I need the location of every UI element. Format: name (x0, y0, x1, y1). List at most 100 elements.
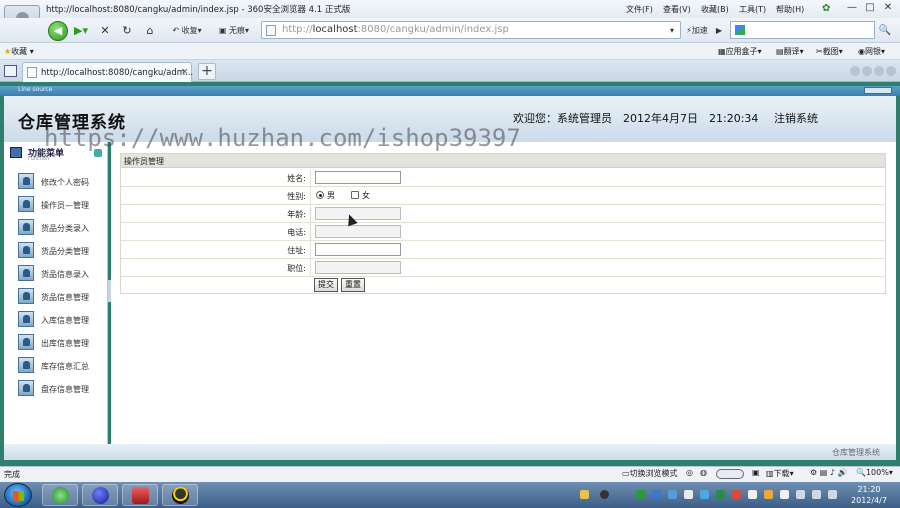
sidebar-item-label: 入库信息管理 (41, 316, 89, 325)
sidebar-item-stock-summary[interactable]: 库存信息汇总 (18, 357, 106, 375)
tray-warning-icon[interactable] (764, 490, 773, 499)
speed-label: 加速 (691, 26, 708, 35)
tray-cloud-icon[interactable] (700, 490, 709, 499)
close-window-button[interactable]: ✕ (880, 2, 896, 14)
sidebar-item-goods-entry[interactable]: 货品信息录入 (18, 265, 106, 283)
menu-help[interactable]: 帮助(H) (776, 4, 804, 15)
status-app-icon[interactable]: ▣ (752, 468, 760, 477)
fav-screenshot-label: 截图 (822, 47, 839, 56)
name-label: 姓名: (287, 174, 306, 183)
status-shield-icon[interactable]: ◍ (700, 468, 707, 477)
url-host: localhost (312, 24, 358, 35)
menu-favorites[interactable]: 收藏(B) (701, 4, 729, 15)
sidebar-item-inventory-manage[interactable]: 盘存信息管理 (18, 380, 106, 398)
reset-button[interactable]: 重置 (341, 278, 365, 292)
tray-printer-icon[interactable] (796, 490, 805, 499)
maximize-button[interactable]: □ (862, 2, 878, 14)
zoom-control[interactable]: 🔍100%▾ (856, 468, 893, 477)
fav-screenshot[interactable]: ✂截图▾ (816, 46, 843, 57)
download-label: 下载 (773, 469, 790, 478)
tab-active[interactable]: http://localhost:8080/cangku/adm... × (22, 62, 194, 82)
user-icon (18, 334, 34, 350)
gender-label: 性别: (287, 192, 306, 201)
sidebar-item-category-entry[interactable]: 货品分类录入 (18, 219, 106, 237)
submit-button[interactable]: 提交 (314, 278, 338, 292)
sidebar-item-goods-manage[interactable]: 货品信息管理 (18, 288, 106, 306)
sidebar-item-change-password[interactable]: 修改个人密码 (18, 173, 106, 191)
tray-app-icon[interactable] (716, 490, 725, 499)
taskbar-ie-icon[interactable] (42, 484, 78, 506)
taskbar-clock[interactable]: 21:20 2012/4/7 (840, 484, 898, 506)
strip-buttons[interactable] (864, 87, 892, 94)
tab-controls[interactable] (850, 66, 896, 76)
switch-mode-button[interactable]: ▭切换浏览模式 (622, 468, 678, 479)
menu-view[interactable]: 查看(V) (663, 4, 691, 15)
sidebar-item-outbound-manage[interactable]: 出库信息管理 (18, 334, 106, 352)
sidebar-item-operator-manage[interactable]: 操作员—管理 (18, 196, 106, 214)
url-path: :8080/cangku/admin/index.jsp (357, 24, 509, 35)
speed-button[interactable]: ⚡加速 (682, 22, 712, 40)
tab-title: http://localhost:8080/cangku/adm... (41, 68, 194, 78)
favorites-button[interactable]: ★收藏 ▾ (4, 46, 34, 57)
tray-volume-icon[interactable] (828, 490, 837, 499)
user-icon (18, 311, 34, 327)
home-icon[interactable]: ⌂ (141, 22, 159, 40)
tab-ctrl-close-icon[interactable] (886, 66, 896, 76)
tray-settings-icon[interactable] (748, 490, 757, 499)
phone-input[interactable] (315, 225, 401, 238)
download-button[interactable]: ▥下载▾ (766, 468, 794, 479)
fav-translate[interactable]: ▤翻译▾ (776, 46, 804, 57)
sidebar-item-label: 货品分类管理 (41, 247, 89, 256)
tab-ctrl-menu-icon[interactable] (874, 66, 884, 76)
leaf-icon[interactable]: ✿ (822, 3, 834, 14)
back-button[interactable]: ◀ (48, 21, 68, 41)
go-arrow-icon[interactable]: ▶ (713, 22, 725, 40)
incognito-button[interactable]: ▣ 无痕▾ (213, 22, 255, 40)
gender-male-radio[interactable] (316, 191, 324, 199)
taskbar-globe-icon[interactable] (82, 484, 118, 506)
sidebar-item-category-manage[interactable]: 货品分类管理 (18, 242, 106, 260)
fav-app-box[interactable]: ▦应用盒子▾ (718, 46, 762, 57)
start-button[interactable] (4, 483, 32, 507)
tray-antivirus-icon[interactable] (732, 490, 741, 499)
stop-icon[interactable]: ✕ (96, 22, 114, 40)
sidebar-item-inbound-manage[interactable]: 入库信息管理 (18, 311, 106, 329)
page-icon (266, 25, 276, 36)
tab-ctrl-prev-icon[interactable] (850, 66, 860, 76)
title-input[interactable] (315, 261, 401, 274)
age-input[interactable] (315, 207, 401, 220)
forward-button[interactable]: ▶▾ (70, 22, 92, 40)
taskbar-qq-icon[interactable] (162, 484, 198, 506)
tray-network-icon[interactable] (812, 490, 821, 499)
tray-net-icon[interactable] (652, 490, 661, 499)
status-toggle[interactable] (716, 469, 744, 479)
restore-button[interactable]: ↶ 收复▾ (166, 22, 208, 40)
status-tools-icon[interactable]: ⚙ ▤ ♪ 🔊 (810, 468, 847, 477)
tray-update-icon[interactable] (668, 490, 677, 499)
tray-keyboard-icon[interactable] (580, 490, 589, 499)
tab-list-icon[interactable] (4, 65, 17, 77)
new-tab-button[interactable]: + (198, 63, 216, 80)
address-dropdown-icon[interactable]: ▾ (666, 22, 678, 40)
tray-disk-icon[interactable] (684, 490, 693, 499)
tray-qq-icon[interactable] (600, 490, 609, 499)
tray-flag-icon[interactable] (780, 490, 789, 499)
address-input[interactable] (315, 243, 401, 256)
menu-tools[interactable]: 工具(T) (739, 4, 766, 15)
search-icon[interactable]: 🔍 (876, 22, 894, 40)
tab-ctrl-next-icon[interactable] (862, 66, 872, 76)
user-icon (18, 265, 34, 281)
tray-shield-icon[interactable] (636, 490, 645, 499)
name-input[interactable] (315, 171, 401, 184)
logout-link[interactable]: 注销系统 (774, 110, 818, 126)
tab-close-icon[interactable]: × (181, 67, 189, 77)
address-bar[interactable]: http://localhost:8080/cangku/admin/index… (261, 21, 681, 39)
taskbar-app-icon[interactable] (122, 484, 158, 506)
minimize-button[interactable]: — (844, 2, 860, 14)
status-globe-icon[interactable]: ◎ (686, 468, 693, 477)
menu-file[interactable]: 文件(F) (626, 4, 653, 15)
fav-bank[interactable]: ◉网银▾ (858, 46, 885, 57)
refresh-icon[interactable]: ↻ (118, 22, 136, 40)
gender-female-radio[interactable] (351, 191, 359, 199)
search-input[interactable] (730, 21, 875, 39)
